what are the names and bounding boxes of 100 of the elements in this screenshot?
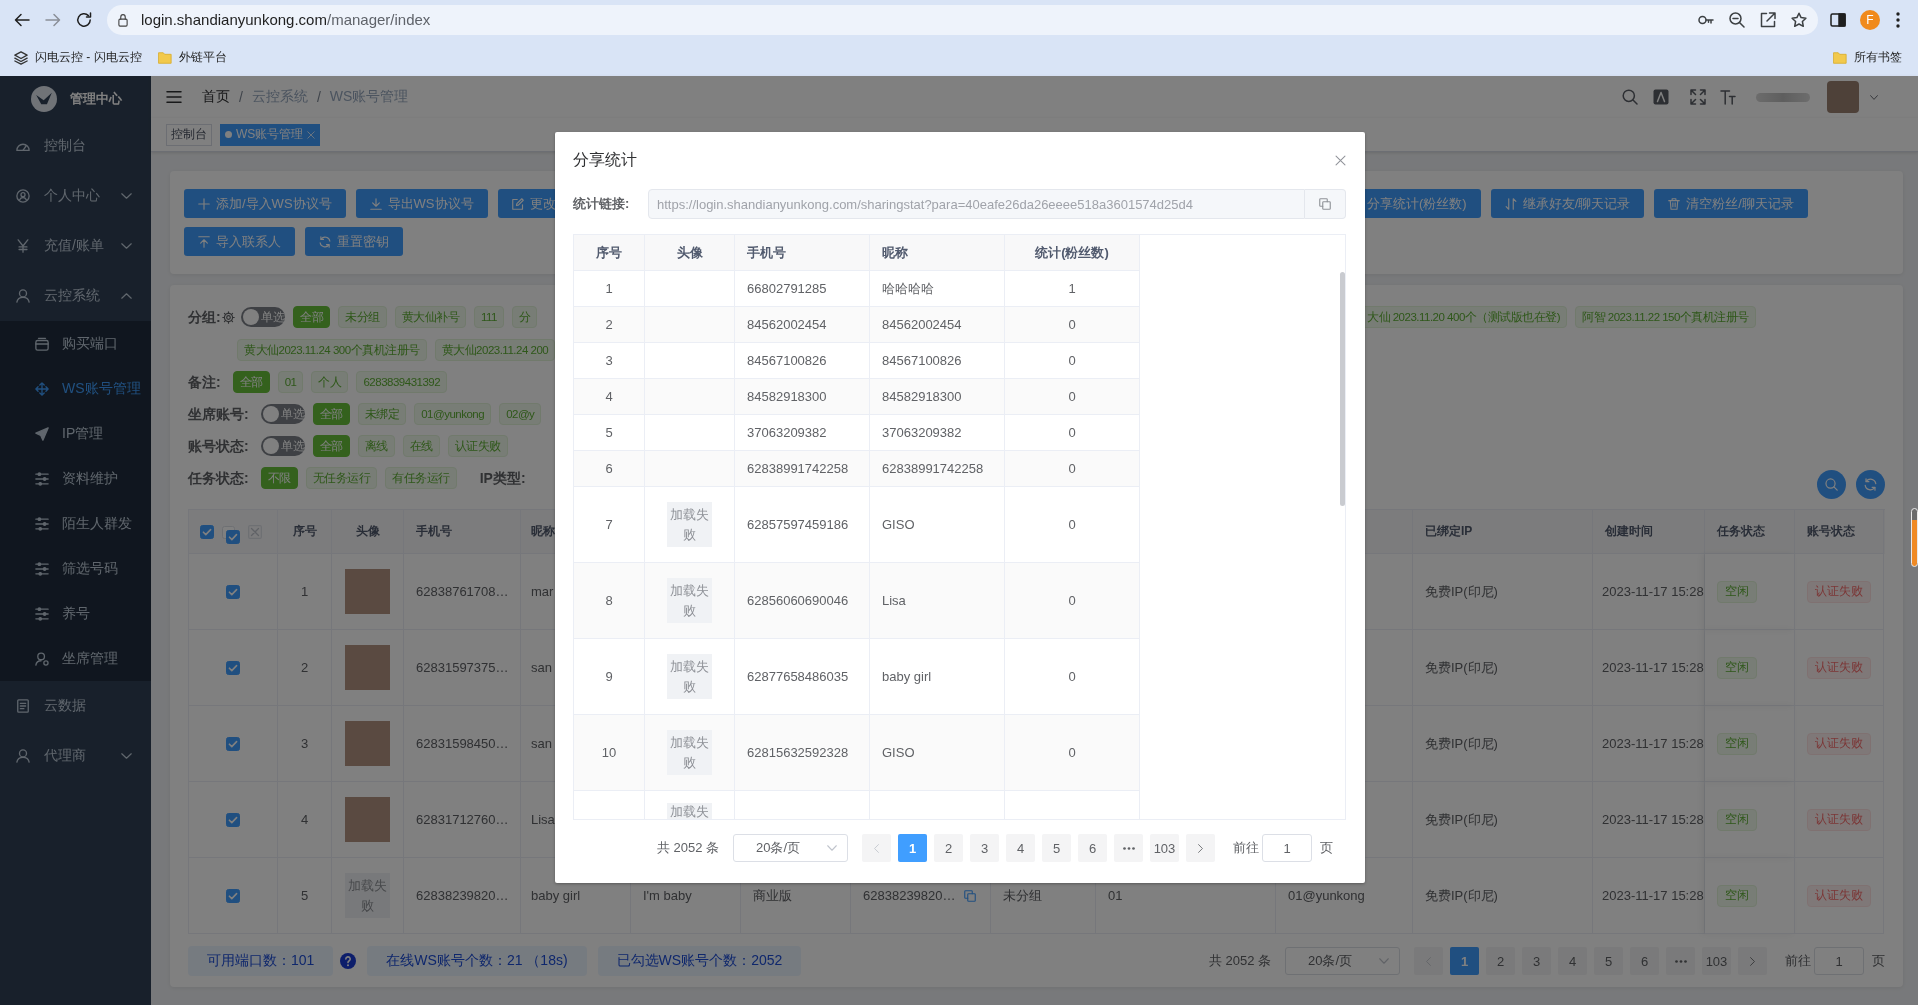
page-button[interactable]: 1 (1450, 947, 1479, 975)
search-icon[interactable] (1622, 89, 1638, 105)
page-button[interactable]: 2 (934, 834, 963, 862)
submenu-item[interactable]: 资料维护 (0, 456, 151, 501)
menu-item[interactable]: 云数据 (0, 681, 151, 731)
menu-item[interactable]: 云控系统 (0, 271, 151, 321)
toolbar-button[interactable]: 继承好友/聊天记录 (1490, 189, 1645, 218)
submenu-item[interactable]: 筛选号码 (0, 546, 151, 591)
page-button[interactable]: 2 (1486, 947, 1515, 975)
side-panel-icon[interactable] (1830, 11, 1846, 28)
clear-selection-icon[interactable] (248, 524, 262, 539)
row-checkbox[interactable] (226, 660, 240, 675)
copy-icon[interactable] (963, 889, 976, 902)
close-icon[interactable] (1335, 154, 1346, 166)
filter-tag[interactable]: 黄大仙2023.11.24 300个真机注册号 (237, 339, 427, 361)
page-button[interactable]: 6 (1630, 947, 1659, 975)
row-checkbox[interactable] (226, 888, 240, 903)
filter-tag[interactable]: 全部 (312, 435, 350, 457)
fullscreen-icon[interactable] (1690, 89, 1706, 105)
submenu-item[interactable]: 坐席管理 (0, 636, 151, 681)
caret-down-icon[interactable] (1870, 94, 1878, 100)
filter-tag[interactable]: 黄大仙补号 (394, 306, 466, 328)
filter-tag[interactable]: 未分组 (338, 306, 387, 328)
filter-tag[interactable]: 黄大仙2023.11.24 200 (434, 339, 556, 361)
link-field[interactable]: https://login.shandianyunkong.com/sharingstat?para=40eafe26da26eeee518a3601574d25d4 (648, 189, 1305, 219)
toolbar-button[interactable]: 导出WS协议号 (355, 189, 488, 218)
page-button[interactable]: 4 (1558, 947, 1587, 975)
refresh-button[interactable] (1856, 470, 1885, 499)
page-size-select[interactable]: 20条/页 (1285, 947, 1400, 975)
toolbar-button[interactable]: 清空粉丝/聊天记录 (1654, 189, 1808, 218)
select-all-checkbox[interactable] (200, 524, 214, 539)
translate-icon[interactable] (1653, 89, 1669, 105)
filter-tag[interactable]: 全部 (293, 306, 330, 328)
filter-tag[interactable]: 全部 (312, 403, 350, 425)
page-button[interactable]: 3 (970, 834, 999, 862)
kebab-menu-icon[interactable] (1896, 11, 1900, 28)
filter-tag[interactable]: 全部 (232, 371, 270, 393)
filter-tag[interactable]: 111 (474, 306, 504, 328)
page-jump-field[interactable]: 1 (1262, 834, 1312, 862)
filter-tag[interactable]: 离线 (357, 435, 395, 457)
menu-item[interactable]: 代理商 (0, 731, 151, 781)
bookmark-folder[interactable]: 所有书签 (1825, 44, 1910, 71)
menu-item[interactable]: 充值/账单 (0, 221, 151, 271)
filter-tag[interactable]: 个人 (311, 371, 349, 393)
reload-icon[interactable] (76, 11, 92, 28)
zoom-out-icon[interactable] (1729, 11, 1745, 28)
more-pages-button[interactable] (1114, 834, 1143, 862)
bookmark-item[interactable]: 闪电云控 - 闪电云控 (6, 44, 150, 71)
page-button[interactable]: 1 (898, 834, 927, 862)
page-tab[interactable]: 控制台 (166, 123, 212, 146)
row-checkbox[interactable] (226, 812, 240, 827)
page-button[interactable]: 4 (1006, 834, 1035, 862)
row-checkbox[interactable] (226, 584, 240, 599)
breadcrumb-item[interactable]: 首页 (202, 88, 230, 106)
submenu-item[interactable]: 养号 (0, 591, 151, 636)
filter-tag[interactable]: 未绑定 (357, 403, 407, 425)
table-scrollbar-thumb[interactable] (1340, 272, 1345, 506)
search-button[interactable] (1817, 470, 1846, 499)
page-jump-field[interactable]: 1 (1814, 947, 1864, 975)
row-checkbox[interactable] (226, 736, 240, 751)
filter-tag[interactable]: 无任务运行 (305, 467, 378, 489)
filter-tag[interactable]: 01@yunkong (414, 403, 492, 425)
submenu-item[interactable]: IP管理 (0, 411, 151, 456)
filter-tag[interactable]: 分 (512, 306, 538, 328)
font-size-icon[interactable] (1720, 89, 1736, 105)
toolbar-button[interactable]: 导入联系人 (184, 227, 295, 256)
page-tab[interactable]: WS账号管理 (220, 123, 321, 146)
more-pages-button[interactable] (1666, 947, 1695, 975)
page-button[interactable]: 5 (1042, 834, 1071, 862)
star-icon[interactable] (1791, 11, 1807, 28)
filter-tag[interactable]: 01 (277, 371, 304, 393)
share-icon[interactable] (1760, 11, 1776, 28)
help-icon[interactable] (340, 953, 357, 969)
page-button[interactable]: 6 (1078, 834, 1107, 862)
menu-item[interactable]: 控制台 (0, 121, 151, 171)
bookmark-item[interactable]: 外链平台 (149, 44, 235, 71)
copy-button[interactable] (1305, 189, 1346, 219)
page-button[interactable]: 103 (1702, 947, 1731, 975)
filter-tag[interactable]: 有任务运行 (385, 467, 457, 489)
page-button[interactable]: 5 (1594, 947, 1623, 975)
settings-icon[interactable] (221, 310, 235, 324)
filter-tag[interactable]: 不限 (260, 467, 298, 489)
lock-icon[interactable] (117, 12, 129, 27)
page-size-select[interactable]: 20条/页 (733, 834, 848, 862)
address-bar[interactable]: login.shandianyunkong.com/manager/index (107, 4, 1818, 35)
submenu-item[interactable]: WS账号管理 (0, 366, 151, 411)
filter-tag[interactable]: 在线 (402, 435, 440, 457)
filter-tag[interactable]: 认证失败 (447, 435, 508, 457)
filter-tag[interactable]: 阿智 2023.11.22 150个真机注册号 (1575, 306, 1756, 328)
filter-tag[interactable]: 02@y (499, 403, 542, 425)
toolbar-button[interactable]: 重置密钥 (305, 227, 403, 256)
menu-item[interactable]: 个人中心 (0, 171, 151, 221)
select-page-checkbox[interactable] (222, 525, 240, 544)
back-arrow-icon[interactable] (14, 11, 30, 28)
submenu-item[interactable]: 陌生人群发 (0, 501, 151, 546)
menu-icon[interactable] (166, 90, 182, 104)
toolbar-button[interactable]: 添加/导入WS协议号 (184, 189, 346, 218)
filter-tag[interactable]: 6283839431392 (356, 371, 448, 393)
page-button[interactable]: 3 (1522, 947, 1551, 975)
profile-button[interactable]: F (1860, 9, 1880, 30)
